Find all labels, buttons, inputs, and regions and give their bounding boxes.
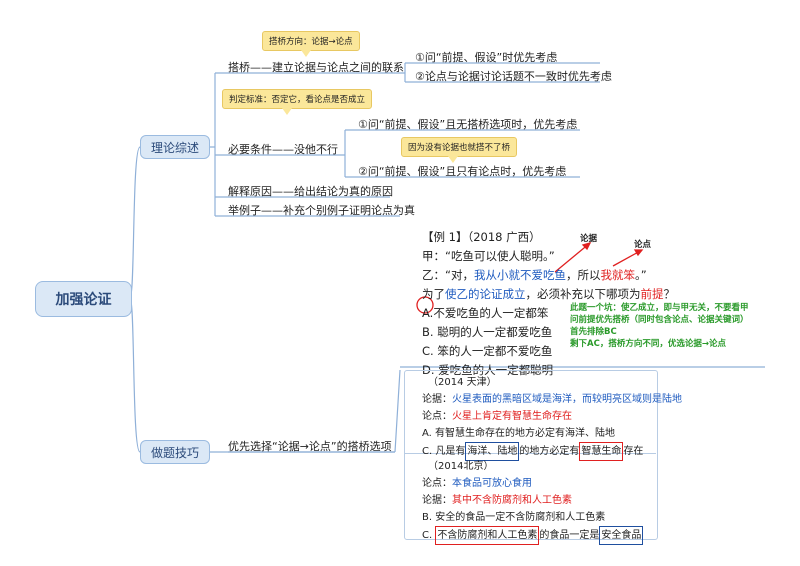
- root-node[interactable]: 加强论证: [35, 281, 132, 317]
- node-necessary-1[interactable]: ①问“前提、假设”且无搭桥选项时，优先考虑: [358, 116, 577, 132]
- node-bridge[interactable]: 搭桥——建立论据与论点之间的联系: [228, 59, 404, 75]
- ex1-yi: 乙：“对，我从小就不爱吃鱼，所以我就笨。”: [422, 268, 647, 282]
- branch-skills[interactable]: 做题技巧: [140, 440, 210, 464]
- example-2: （2014 天津） 论据：火星表面的黑暗区域是海洋，而较明亮区域则是陆地 论点：…: [422, 374, 682, 461]
- node-example[interactable]: 举例子——补充个别例子证明论点为真: [228, 202, 415, 218]
- label-argument: 论据: [580, 234, 598, 244]
- callout-bridge: 搭桥方向：论据→论点: [262, 31, 360, 57]
- node-explain[interactable]: 解释原因——给出结论为真的原因: [228, 183, 393, 199]
- ex1-notes: 此题一个坑：使乙成立，即与甲无关，不要看甲 问前提优先搭桥（同时包含论点、论据关键…: [570, 303, 749, 349]
- node-necessary-2[interactable]: ②问“前提、假设”且只有论点时，优先考虑: [358, 163, 566, 179]
- label-claim: 论点: [634, 240, 652, 250]
- branch-theory[interactable]: 理论综述: [140, 135, 210, 159]
- callout-necessary: 判定标准：否定它，看论点是否成立: [222, 89, 373, 115]
- node-bridge-1[interactable]: ①问“前提、假设”时优先考虑: [415, 49, 557, 65]
- example-3: （2014北京） 论点：本食品可放心食用 论据：其中不含防腐剂和人工色素 B. …: [422, 458, 644, 545]
- callout-necessary-child: 因为没有论据也就搭不了桥: [401, 137, 518, 163]
- node-bridge-2[interactable]: ②论点与论据讨论话题不一致时优先考虑: [415, 68, 612, 84]
- node-necessary[interactable]: 必要条件——没他不行: [228, 141, 338, 157]
- node-prefer[interactable]: 优先选择“论据→论点”的搭桥选项: [228, 438, 392, 454]
